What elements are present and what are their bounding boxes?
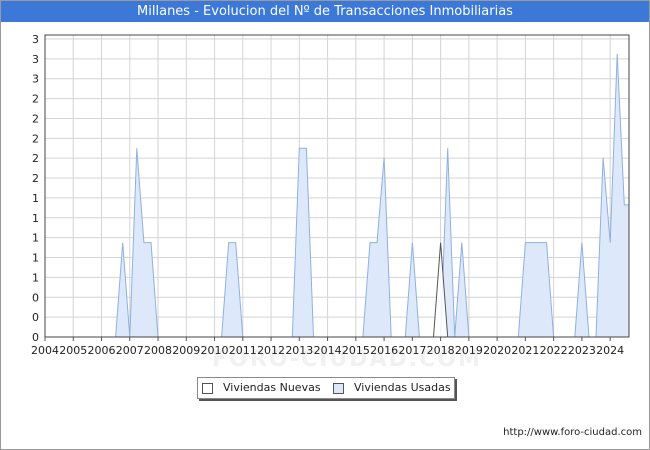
legend-item-usadas: Viviendas Usadas — [333, 378, 451, 398]
x-tick-label: 2023 — [568, 344, 596, 357]
x-tick-label: 2016 — [370, 344, 398, 357]
x-tick-label: 2014 — [314, 344, 342, 357]
x-tick-label: 2024 — [596, 344, 624, 357]
x-tick-label: 2011 — [229, 344, 257, 357]
x-tick-label: 2021 — [511, 344, 539, 357]
x-tick-label: 2020 — [483, 344, 511, 357]
y-tick-label: 2 — [32, 93, 39, 106]
y-tick-label: 3 — [32, 53, 39, 66]
legend-swatch-usadas — [333, 382, 344, 394]
x-tick-label: 2006 — [88, 344, 116, 357]
x-tick-label: 2005 — [59, 344, 87, 357]
x-tick-label: 2010 — [201, 344, 229, 357]
y-tick-label: 1 — [32, 232, 39, 245]
legend-label-nuevas: Viviendas Nuevas — [223, 381, 321, 394]
y-tick-label: 0 — [32, 311, 39, 324]
y-tick-label: 3 — [32, 33, 39, 46]
y-tick-label: 2 — [32, 172, 39, 185]
y-tick-label: 1 — [32, 212, 39, 225]
source-url: http://www.foro-ciudad.com — [503, 427, 642, 438]
y-tick-label: 2 — [32, 132, 39, 145]
legend-label-usadas: Viviendas Usadas — [354, 381, 451, 394]
x-tick-label: 2008 — [144, 344, 172, 357]
x-tick-label: 2015 — [342, 344, 370, 357]
legend-item-nuevas: Viviendas Nuevas — [202, 378, 321, 398]
y-tick-label: 1 — [32, 271, 39, 284]
x-tick-label: 2017 — [398, 344, 426, 357]
y-tick-label: 2 — [32, 112, 39, 125]
y-tick-label: 1 — [32, 192, 39, 205]
x-tick-label: 2022 — [540, 344, 568, 357]
x-tick-label: 2012 — [257, 344, 285, 357]
x-tick-label: 2007 — [116, 344, 144, 357]
x-tick-label: 2009 — [172, 344, 200, 357]
x-tick-label: 2018 — [427, 344, 455, 357]
x-tick-label: 2019 — [455, 344, 483, 357]
x-tick-label: 2013 — [285, 344, 313, 357]
y-tick-label: 0 — [32, 291, 39, 304]
legend: Viviendas Nuevas Viviendas Usadas — [197, 377, 455, 399]
y-tick-label: 0 — [32, 331, 39, 344]
legend-swatch-nuevas — [202, 382, 213, 394]
x-tick-label: 2004 — [31, 344, 59, 357]
y-tick-label: 2 — [32, 152, 39, 165]
y-tick-label: 3 — [32, 73, 39, 86]
y-tick-label: 1 — [32, 252, 39, 265]
